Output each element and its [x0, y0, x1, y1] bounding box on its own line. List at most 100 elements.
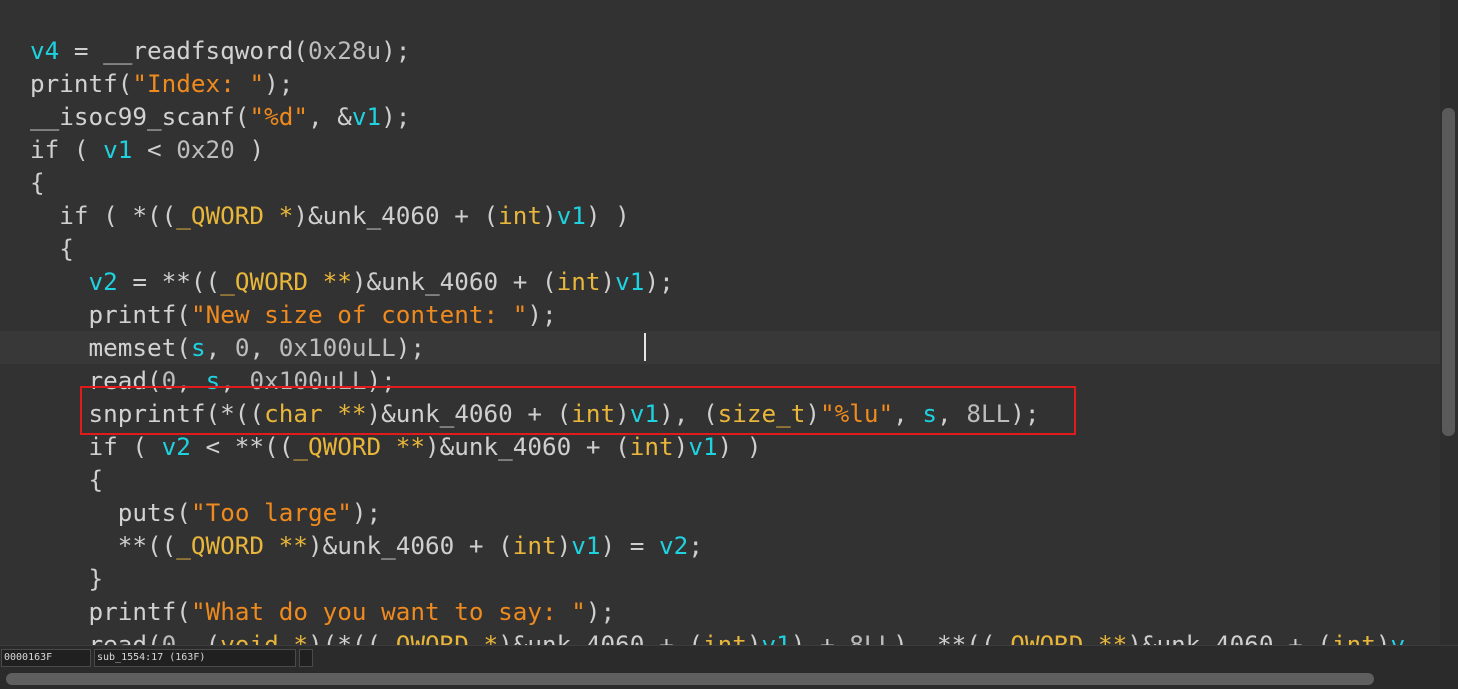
code-token-txt: )&unk_4060 + ( — [498, 630, 703, 645]
code-token-fn: __isoc99_scanf — [30, 102, 235, 131]
code-token-num: 0x100uLL — [249, 366, 367, 395]
code-line[interactable]: read(0, s, 0x100uLL); — [0, 364, 1440, 397]
vertical-scrollbar-thumb[interactable] — [1442, 108, 1455, 436]
code-token-fn: printf — [88, 597, 177, 626]
pseudocode-editor[interactable]: v4 = __readfsqword(0x28u); printf("Index:… — [0, 0, 1440, 645]
code-token-txt: , — [937, 399, 967, 428]
code-token-str: "%d" — [249, 102, 308, 131]
code-line[interactable]: { — [0, 232, 1440, 265]
code-line[interactable]: if ( v2 < **((_QWORD **)&unk_4060 + (int… — [0, 430, 1440, 463]
code-token-txt: ); — [381, 36, 411, 65]
code-line[interactable]: **((_QWORD **)&unk_4060 + (int)v1) = v2; — [0, 529, 1440, 562]
code-line[interactable]: memset(s, 0, 0x100uLL); — [0, 331, 1440, 364]
code-token-txt: ( — [234, 102, 250, 131]
code-token-txt: )&unk_4060 + ( — [366, 399, 572, 428]
code-token-txt: (*(( — [205, 399, 265, 428]
code-token-type: int — [498, 201, 542, 230]
code-token-txt: < — [132, 135, 177, 164]
code-token-num: 0x100uLL — [278, 333, 396, 362]
code-token-var: v1 — [629, 399, 660, 428]
code-token-txt: if ( — [30, 135, 104, 164]
code-line-highlighted[interactable]: snprintf(*((char **)&unk_4060 + (int)v1)… — [0, 397, 1440, 430]
code-token-txt: ) — [556, 531, 572, 560]
status-location: sub_1554:17 (163F) — [94, 649, 296, 667]
code-token-num: 0x28u — [307, 36, 382, 65]
code-token-type: char ** — [264, 399, 367, 428]
code-token-txt: , — [220, 366, 250, 395]
code-token-txt: ); — [366, 366, 396, 395]
code-token-txt: ( — [176, 597, 191, 626]
text-caret — [644, 333, 646, 361]
code-token-fn: printf — [30, 69, 118, 98]
code-token-str: "New size of content: " — [190, 300, 528, 329]
code-token-var: v2 — [88, 267, 118, 296]
code-token-txt: } — [30, 564, 104, 593]
code-token-str: "What do you want to say: " — [190, 597, 586, 626]
code-token-txt: )&unk_4060 + ( — [293, 201, 499, 230]
code-token-txt: )&unk_4060 + ( — [424, 432, 630, 461]
code-token-txt: = **(( — [117, 267, 221, 296]
code-token-var: v1 — [615, 267, 645, 296]
code-line[interactable]: read(0, (void *)(*((_QWORD *)&unk_4060 +… — [0, 628, 1440, 645]
horizontal-scrollbar-thumb[interactable] — [6, 673, 1374, 685]
code-token-txt: )&unk_4060 + ( — [1127, 630, 1333, 645]
code-token-var: v — [1390, 630, 1406, 645]
code-token-txt: ) ) — [717, 432, 762, 461]
code-token-str: "%lu" — [820, 399, 894, 428]
code-line[interactable]: v4 = __readfsqword(0x28u); — [0, 34, 1440, 67]
code-token-type: _QWORD * — [176, 201, 294, 230]
code-token-txt: ); — [644, 267, 674, 296]
code-token-var: s — [205, 366, 221, 395]
code-token-txt: ); — [381, 102, 411, 131]
code-token-txt: ) — [673, 432, 689, 461]
code-line[interactable]: printf("New size of content: "); — [0, 298, 1440, 331]
code-token-var: s — [922, 399, 938, 428]
status-address: 0000163F — [1, 649, 91, 667]
code-token-fn: puts — [117, 498, 177, 527]
code-token-txt: ); — [1010, 399, 1040, 428]
code-token-txt: ); — [585, 597, 616, 626]
code-token-txt: ), **(( — [893, 630, 996, 645]
code-line[interactable]: puts("Too large"); — [0, 496, 1440, 529]
status-extra — [299, 649, 313, 667]
code-token-txt: ) — [600, 267, 616, 296]
code-token-txt: ( — [147, 366, 162, 395]
code-token-txt: , & — [307, 102, 352, 131]
code-token-txt: )&unk_4060 + ( — [307, 531, 513, 560]
code-line[interactable]: } — [0, 562, 1440, 595]
code-token-num: 0 — [161, 630, 177, 645]
code-line[interactable]: __isoc99_scanf("%d", &v1); — [0, 100, 1440, 133]
code-token-fn: read — [88, 366, 148, 395]
code-line[interactable]: printf("Index: "); — [0, 67, 1440, 100]
code-token-type: _QWORD ** — [220, 267, 352, 296]
code-token-txt: { — [30, 465, 104, 494]
code-token-txt: , — [249, 333, 279, 362]
code-line[interactable]: printf("What do you want to say: "); — [0, 595, 1440, 628]
code-token-type: int — [629, 432, 674, 461]
code-line[interactable]: if ( *((_QWORD *)&unk_4060 + (int)v1) ) — [0, 199, 1440, 232]
code-token-txt: ) ) — [585, 201, 630, 230]
code-token-type: void * — [220, 630, 308, 645]
code-token-var: s — [190, 333, 206, 362]
code-token-txt: ) — [1375, 630, 1391, 645]
code-token-txt: ) + — [790, 630, 850, 645]
code-token-txt: )(*(( — [307, 630, 382, 645]
code-line[interactable]: v2 = **((_QWORD **)&unk_4060 + (int)v1); — [0, 265, 1440, 298]
code-line[interactable]: if ( v1 < 0x20 ) — [0, 133, 1440, 166]
code-line[interactable]: { — [0, 166, 1440, 199]
code-token-txt: )&unk_4060 + ( — [351, 267, 557, 296]
code-token-type: _QWORD * — [381, 630, 499, 645]
code-line[interactable]: { — [0, 463, 1440, 496]
code-token-txt: ); — [264, 69, 294, 98]
code-token-var: v1 — [688, 432, 718, 461]
code-token-var: v2 — [659, 531, 689, 560]
code-token-txt: ); — [527, 300, 557, 329]
code-token-txt: ; — [688, 531, 703, 560]
code-token-type: int — [702, 630, 747, 645]
code-token-txt: , — [205, 333, 235, 362]
code-token-num: 0x20 — [176, 135, 235, 164]
